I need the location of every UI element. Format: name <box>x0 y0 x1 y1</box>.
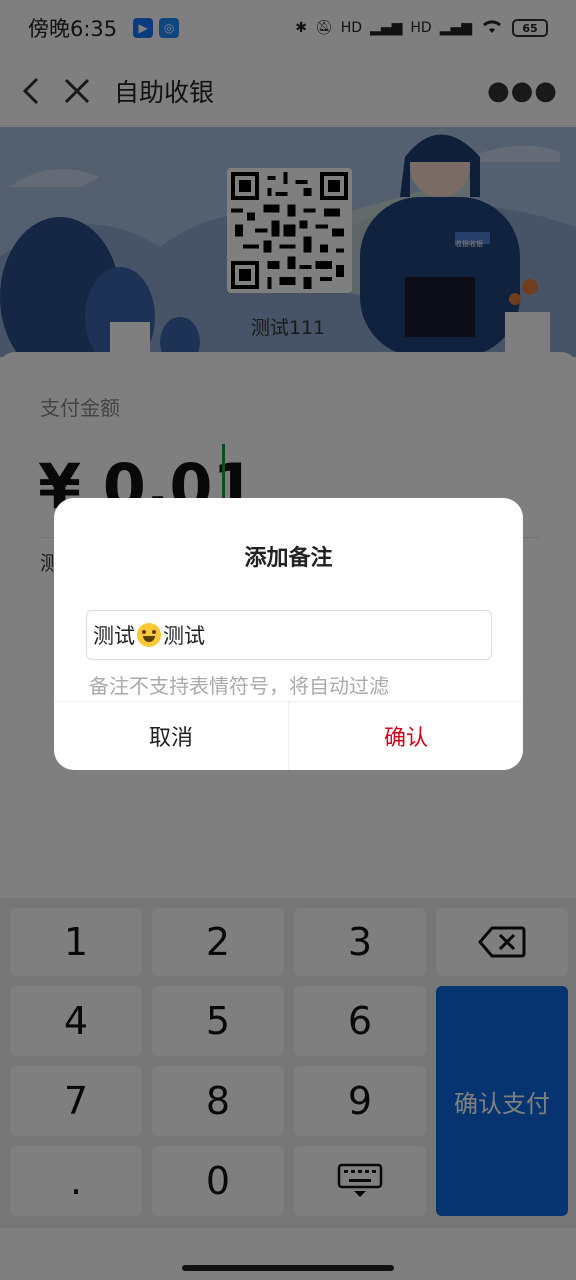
note-input-text-before: 测试 <box>93 624 135 648</box>
add-note-dialog: 添加备注 测试 测试 备注不支持表情符号，将自动过滤 取消 确认 <box>54 498 523 770</box>
note-input[interactable]: 测试 测试 <box>86 610 492 660</box>
confirm-button[interactable]: 确认 <box>289 701 523 770</box>
grinning-emoji-icon <box>137 623 161 647</box>
dialog-title: 添加备注 <box>244 546 333 571</box>
cancel-button[interactable]: 取消 <box>54 701 288 770</box>
dialog-hint: 备注不支持表情符号，将自动过滤 <box>89 674 389 698</box>
note-input-text-after: 测试 <box>163 624 205 648</box>
